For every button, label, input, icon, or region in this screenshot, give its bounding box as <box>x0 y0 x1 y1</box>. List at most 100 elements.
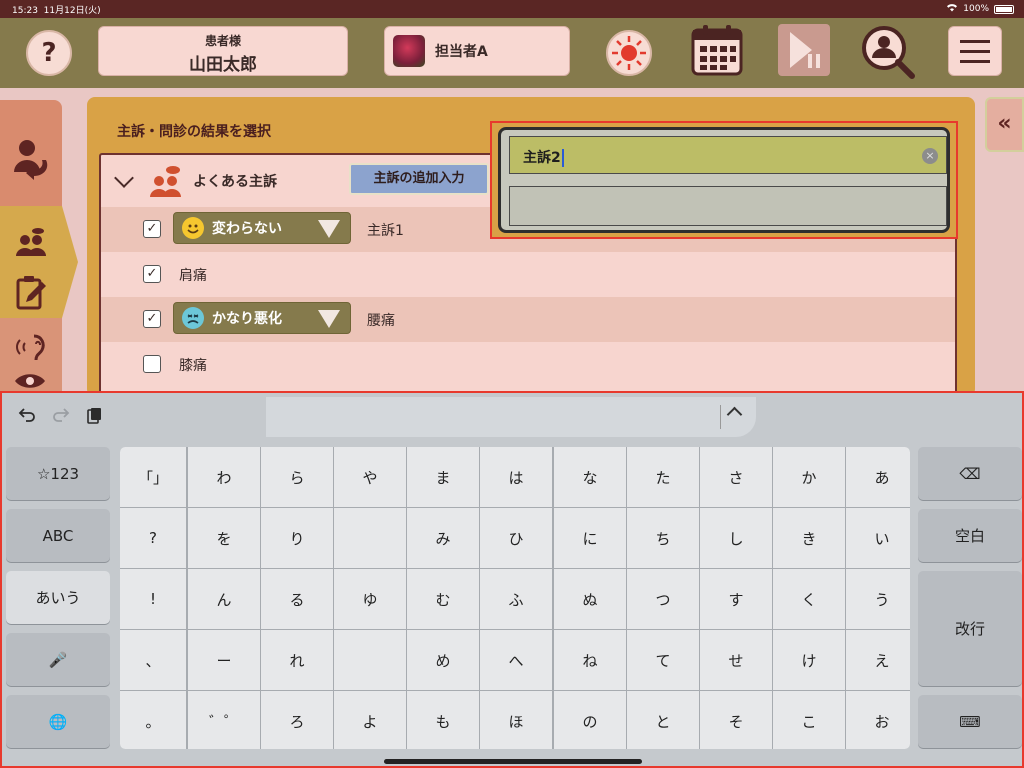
collapse-panel-button[interactable]: « <box>985 97 1024 152</box>
kana-key[interactable]: く <box>773 569 845 629</box>
kana-key[interactable]: ゛゜ <box>188 691 260 749</box>
kana-key[interactable]: み <box>407 508 479 568</box>
checkbox[interactable]: ✓ <box>143 310 161 328</box>
kana-key[interactable]: ほ <box>480 691 552 749</box>
undo-icon[interactable] <box>18 407 36 427</box>
kana-key[interactable]: な <box>554 447 626 507</box>
kana-key[interactable]: え <box>846 630 910 690</box>
kana-key[interactable]: そ <box>700 691 772 749</box>
paste-icon[interactable] <box>86 407 102 429</box>
patient-card[interactable]: 患者様 山田太郎 <box>98 26 348 76</box>
microphone-icon[interactable]: 🎤 <box>6 633 110 686</box>
kana-key[interactable]: 。 <box>120 691 186 749</box>
kana-key[interactable]: ん <box>188 569 260 629</box>
kana-key[interactable]: と <box>627 691 699 749</box>
kana-key[interactable]: ー <box>188 630 260 690</box>
kana-key[interactable]: け <box>773 630 845 690</box>
checkbox[interactable]: ✓ <box>143 265 161 283</box>
kana-key[interactable]: た <box>627 447 699 507</box>
kana-key[interactable]: の <box>554 691 626 749</box>
complaint-input[interactable]: 主訴2 × <box>509 136 947 174</box>
kana-key[interactable]: ふ <box>480 569 552 629</box>
kana-key[interactable]: へ <box>480 630 552 690</box>
kana-key[interactable]: や <box>334 447 406 507</box>
kana-key[interactable]: よ <box>334 691 406 749</box>
input-text: 主訴2 <box>523 150 561 166</box>
staff-card[interactable]: 担当者A <box>384 26 570 76</box>
sun-button[interactable] <box>606 30 652 76</box>
side-tab-handover[interactable] <box>0 100 62 222</box>
kana-key[interactable]: て <box>627 630 699 690</box>
kana-key[interactable]: き <box>773 508 845 568</box>
checkbox[interactable]: ✓ <box>143 220 161 238</box>
search-patient-button[interactable] <box>860 24 918 82</box>
candidate-bar[interactable] <box>266 397 756 437</box>
kana-key[interactable]: を <box>188 508 260 568</box>
kana-key[interactable]: ! <box>120 569 186 629</box>
kana-key[interactable]: つ <box>627 569 699 629</box>
kana-key[interactable]: ろ <box>261 691 333 749</box>
list-item[interactable]: 膝痛 <box>101 342 955 387</box>
help-button[interactable]: ? <box>26 30 72 76</box>
side-tab-senses[interactable] <box>0 318 62 394</box>
kana-key[interactable]: る <box>261 569 333 629</box>
return-key[interactable]: 改行 <box>918 571 1022 686</box>
add-complaint-button[interactable]: 主訴の追加入力 <box>349 163 489 195</box>
numbers-key[interactable]: ☆123 <box>6 447 110 500</box>
kana-key[interactable]: す <box>700 569 772 629</box>
menu-button[interactable] <box>948 26 1002 76</box>
kana-key[interactable]: 「」 <box>120 447 186 507</box>
kana-key[interactable]: も <box>407 691 479 749</box>
kana-key[interactable]: し <box>700 508 772 568</box>
kana-key[interactable]: ぬ <box>554 569 626 629</box>
home-indicator <box>384 759 642 764</box>
kana-key[interactable]: せ <box>700 630 772 690</box>
triangle-down-icon <box>318 220 340 238</box>
severity-dropdown[interactable]: 変わらない <box>173 212 351 244</box>
chevron-up-icon[interactable] <box>726 406 743 423</box>
kana-key[interactable]: わ <box>188 447 260 507</box>
abc-key[interactable]: ABC <box>6 509 110 562</box>
kana-key[interactable]: に <box>554 508 626 568</box>
space-key[interactable]: 空白 <box>918 509 1022 562</box>
redo-icon[interactable] <box>52 407 70 427</box>
globe-icon[interactable]: 🌐 <box>6 695 110 748</box>
kana-key[interactable]: あ <box>846 447 910 507</box>
kana-key[interactable]: 、 <box>120 630 186 690</box>
kana-key[interactable]: か <box>773 447 845 507</box>
kana-key[interactable]: さ <box>700 447 772 507</box>
side-tab-interview[interactable] <box>0 206 78 318</box>
kana-key[interactable]: ま <box>407 447 479 507</box>
complaint-input-2[interactable] <box>509 186 947 226</box>
calendar-button[interactable] <box>690 24 744 76</box>
backspace-icon[interactable]: ⌫ <box>918 447 1022 500</box>
list-item[interactable]: ✓ 肩痛 <box>101 252 955 297</box>
kana-key[interactable]: り <box>261 508 333 568</box>
kana-key[interactable]: う <box>846 569 910 629</box>
kana-mode-key[interactable]: あいう <box>6 571 110 624</box>
kana-key[interactable]: め <box>407 630 479 690</box>
play-pause-button[interactable] <box>778 24 830 76</box>
chevron-down-icon[interactable] <box>114 168 134 188</box>
blank-key[interactable] <box>334 508 406 568</box>
kana-key[interactable]: ち <box>627 508 699 568</box>
kana-key[interactable]: お <box>846 691 910 749</box>
checkbox[interactable] <box>143 355 161 373</box>
kana-key[interactable]: は <box>480 447 552 507</box>
list-item[interactable]: ✓ かなり悪化 腰痛 <box>101 297 955 342</box>
status-date: 11月12日(火) <box>43 6 101 16</box>
kana-key[interactable]: ? <box>120 508 186 568</box>
kana-key[interactable]: ら <box>261 447 333 507</box>
kana-key[interactable]: む <box>407 569 479 629</box>
kana-key[interactable]: ゆ <box>334 569 406 629</box>
kana-key[interactable]: ひ <box>480 508 552 568</box>
clear-icon[interactable]: × <box>922 148 938 164</box>
kana-key[interactable]: こ <box>773 691 845 749</box>
kana-key[interactable]: ね <box>554 630 626 690</box>
kana-key[interactable]: い <box>846 508 910 568</box>
dismiss-keyboard-icon[interactable]: ⌨ <box>918 695 1022 748</box>
severity-dropdown[interactable]: かなり悪化 <box>173 302 351 334</box>
kana-key[interactable]: れ <box>261 630 333 690</box>
blank-key[interactable] <box>334 630 406 690</box>
status-time-date: 15:23 11月12日(火) <box>12 3 101 16</box>
